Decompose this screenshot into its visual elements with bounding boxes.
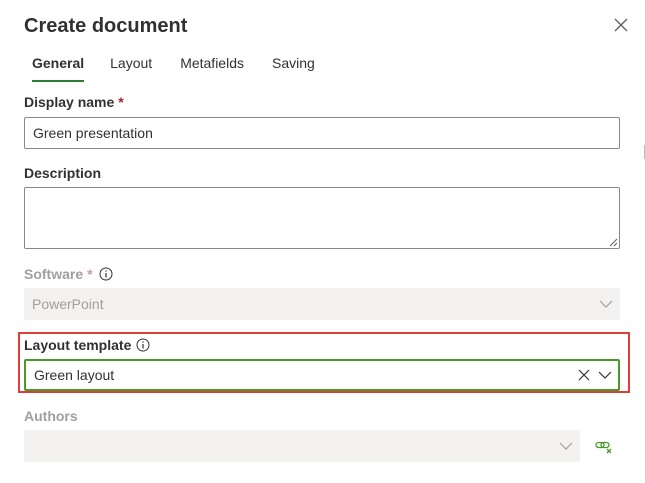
display-name-input[interactable]: Green presentation <box>24 117 620 149</box>
software-label: Software * <box>24 264 113 284</box>
unlink-icon <box>595 441 612 454</box>
layout-template-value: Green layout <box>34 367 115 383</box>
software-value: PowerPoint <box>32 296 104 312</box>
scrollbar-edge <box>640 0 645 483</box>
software-label-text: Software <box>24 266 84 282</box>
tab-general[interactable]: General <box>24 48 85 82</box>
clear-button[interactable] <box>575 365 593 385</box>
required-marker: * <box>87 266 93 282</box>
display-name-label-text: Display name <box>24 94 115 110</box>
close-button[interactable] <box>610 14 632 36</box>
layout-template-select[interactable]: Green layout <box>24 359 620 391</box>
chevron-down-icon <box>552 430 580 462</box>
info-icon[interactable] <box>99 267 113 281</box>
layout-template-label: Layout template <box>24 335 150 355</box>
layout-template-label-text: Layout template <box>24 337 132 353</box>
display-name-label: Display name * <box>24 92 124 112</box>
tab-saving[interactable]: Saving <box>272 48 315 82</box>
description-label: Description <box>24 165 102 181</box>
software-select: PowerPoint <box>24 288 620 320</box>
info-icon[interactable] <box>136 338 150 352</box>
layout-template-dropdown-button[interactable] <box>595 365 615 385</box>
unlink-button[interactable] <box>593 436 615 458</box>
required-marker: * <box>118 94 124 110</box>
tab-layout[interactable]: Layout <box>110 48 152 82</box>
create-document-dialog: Create document General Layout Metafield… <box>0 0 640 483</box>
chevron-down-icon <box>598 371 612 379</box>
tab-bar: General Layout Metafields Saving <box>24 48 315 82</box>
close-icon <box>614 18 628 32</box>
dialog-title: Create document <box>24 15 188 37</box>
authors-select <box>24 430 580 462</box>
resize-grip-icon[interactable] <box>609 238 618 247</box>
clear-icon <box>578 369 590 381</box>
authors-label: Authors <box>24 408 78 424</box>
chevron-down-icon <box>592 288 620 320</box>
description-textarea[interactable] <box>24 187 620 249</box>
tab-metafields[interactable]: Metafields <box>180 48 244 82</box>
